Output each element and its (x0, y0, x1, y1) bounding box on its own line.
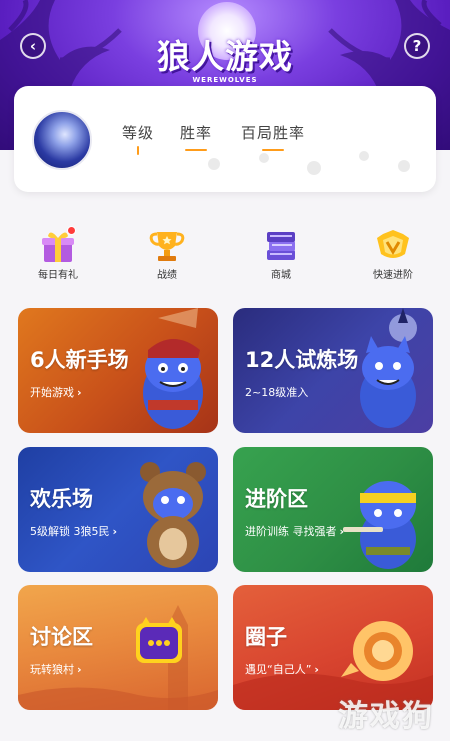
quick-daily-gift[interactable]: 每日有礼 (18, 226, 98, 281)
card-pattern-decoration (208, 151, 410, 175)
werewolf-bear-costume-illustration (140, 462, 206, 568)
profile-card: 等级 胜率 百局胜率 (14, 86, 436, 192)
mode-card-fun[interactable]: 欢乐场 5级解锁 3狼5民 › (18, 447, 218, 572)
mode-title: 6人新手场 (30, 348, 129, 372)
logo-title: 狼人游戏 (157, 37, 293, 76)
quick-daily-gift-label: 每日有礼 (38, 270, 78, 281)
werewolf-ninja-illustration (343, 481, 416, 569)
stat-win-rate-label: 胜率 (179, 124, 212, 142)
mode-title: 讨论区 (30, 625, 93, 649)
mode-subtitle: 5级解锁 3狼5民 › (30, 523, 117, 539)
mode-card-6p-beginner[interactable]: 6人新手场 开始游戏 › (18, 308, 218, 433)
game-logo: 狼人游戏 WEREWOLVES (150, 30, 300, 84)
mode-title: 欢乐场 (30, 487, 93, 511)
level-up-icon (373, 228, 413, 264)
mode-subtitle-text: 2~18级准入 (245, 386, 309, 399)
stat-level: 等级 (108, 122, 168, 155)
help-button[interactable]: ? (404, 33, 430, 59)
mode-subtitle-text: 5级解锁 3狼5民 (30, 525, 110, 538)
mode-subtitle-text: 开始游戏 (30, 386, 74, 399)
gift-icon (38, 226, 78, 264)
quick-shop-label: 商城 (271, 270, 291, 281)
mode-card-12p-trial[interactable]: 12人试炼场 2~18级准入 (233, 308, 433, 433)
mode-subtitle-text: 进阶训练 寻找强者 (245, 525, 337, 538)
mode-subtitle: 开始游戏 › (30, 384, 82, 400)
mode-title: 圈子 (245, 625, 287, 649)
back-button[interactable]: ‹ (20, 33, 46, 59)
shop-books-icon (261, 228, 301, 264)
chevron-right-icon: › (77, 663, 82, 676)
mode-subtitle: 进阶训练 寻找强者 › (245, 523, 344, 539)
mode-subtitle: 玩转狼村 › (30, 661, 82, 677)
mode-subtitle-text: 玩转狼村 (30, 663, 74, 676)
quick-shop[interactable]: 商城 (241, 228, 321, 281)
stat-level-indicator (137, 146, 139, 155)
mode-card-advanced[interactable]: 进阶区 进阶训练 寻找强者 › (233, 447, 433, 572)
mode-title: 12人试炼场 (245, 348, 359, 372)
stat-level-label: 等级 (121, 124, 154, 142)
stat-hundred-win-rate-label: 百局胜率 (240, 124, 305, 142)
avatar[interactable] (32, 110, 92, 170)
mode-title: 进阶区 (245, 487, 308, 511)
chevron-right-icon: › (112, 525, 118, 538)
watermark: 游戏狗 (338, 699, 434, 734)
back-icon: ‹ (29, 37, 37, 55)
werewolf-pirate-illustration (143, 308, 203, 429)
mode-card-discussion[interactable]: 讨论区 玩转狼村 › (18, 585, 218, 710)
chevron-right-icon: › (314, 663, 319, 676)
quick-records[interactable]: 战绩 (127, 228, 207, 281)
mode-subtitle-text: 遇见“自己人” (245, 663, 312, 676)
notification-badge (67, 226, 76, 235)
mode-subtitle: 2~18级准入 (245, 384, 308, 400)
mode-subtitle: 遇见“自己人” › (245, 661, 319, 677)
help-icon: ? (412, 37, 422, 55)
chevron-right-icon: › (77, 386, 82, 399)
quick-records-label: 战绩 (157, 270, 177, 281)
quick-fast-advance-label: 快速进阶 (373, 270, 413, 281)
trophy-icon (147, 228, 187, 264)
chevron-right-icon: › (339, 525, 345, 538)
quick-fast-advance[interactable]: 快速进阶 (353, 228, 433, 281)
